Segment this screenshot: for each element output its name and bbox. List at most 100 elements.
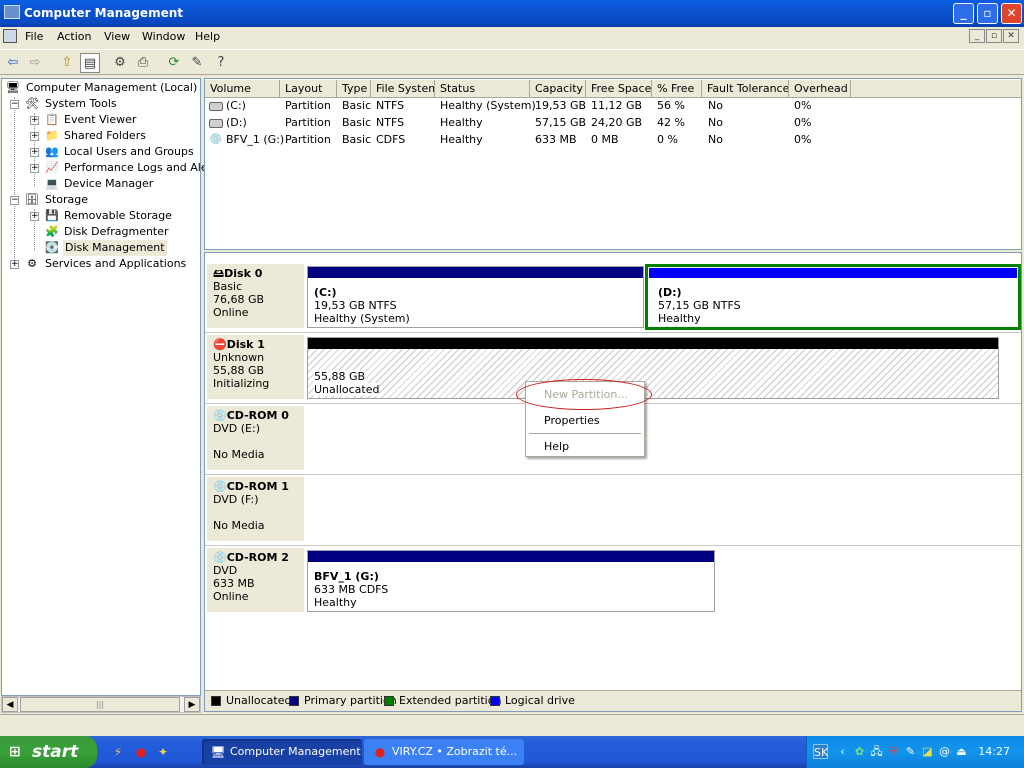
mdi-minimize-button[interactable]: _	[969, 29, 985, 43]
disk1-unallocated[interactable]: 55,88 GB Unallocated	[307, 337, 999, 399]
document-icon[interactable]	[3, 29, 17, 43]
menu-help[interactable]: Help	[195, 30, 220, 43]
cdrom1-header[interactable]: 💿CD-ROM 1 DVD (F:) No Media	[207, 477, 304, 541]
menu-view[interactable]: View	[104, 30, 130, 43]
table-cell: Partition	[285, 133, 331, 146]
partition-d[interactable]: (D:) 57,15 GB NTFS Healthy	[645, 264, 1021, 330]
tray-expand-icon[interactable]: ‹	[835, 744, 850, 759]
tree-services-applications[interactable]: Services and Applications	[45, 256, 186, 272]
tree-disk-management[interactable]: Disk Management	[63, 240, 167, 256]
safely-remove-hardware-icon[interactable]: ⏏	[954, 744, 969, 759]
menu-item-help[interactable]: Help	[544, 440, 569, 453]
menu-file[interactable]: File	[25, 30, 43, 43]
minimize-button[interactable]: _	[953, 3, 974, 24]
expand-icon[interactable]: +	[30, 116, 39, 125]
back-arrow-icon[interactable]: ⇦	[3, 53, 23, 73]
performance-icon: 📈	[45, 161, 59, 174]
opera-icon[interactable]: ●	[133, 744, 149, 760]
tray-icon[interactable]: @	[937, 744, 952, 759]
tree-performance-logs[interactable]: Performance Logs and Alerts	[64, 160, 222, 176]
partition-g[interactable]: BFV_1 (G:) 633 MB CDFS Healthy	[307, 550, 715, 612]
taskbar-item-computer-management[interactable]: 🖥 Computer Management	[202, 739, 362, 765]
table-cell[interactable]: (D:)	[226, 115, 247, 131]
menu-item-properties[interactable]: Properties	[544, 414, 600, 427]
system-tools-icon: 🛠	[25, 97, 39, 110]
taskbar: ⊞ start ⚡ ● ✦ 🖥 Computer Management ● VI…	[0, 736, 1024, 768]
table-cell: CDFS	[376, 133, 406, 146]
scroll-right-icon[interactable]: ▶	[184, 697, 200, 712]
column-header-fault-tolerance[interactable]: Fault Tolerance	[702, 80, 789, 98]
partition-g-size: 633 MB CDFS	[314, 583, 389, 596]
tree-system-tools[interactable]: System Tools	[45, 96, 117, 112]
collapse-icon[interactable]: −	[10, 196, 19, 205]
expand-icon[interactable]: +	[30, 132, 39, 141]
start-button[interactable]: ⊞ start	[0, 736, 97, 768]
expand-icon[interactable]: +	[10, 260, 19, 269]
tree-horizontal-scrollbar[interactable]: ◀ ||| ▶	[1, 696, 201, 713]
disk0-header[interactable]: 🖴Disk 0 Basic 76,68 GB Online	[207, 264, 304, 328]
computer-management-icon: 🖥	[210, 745, 226, 759]
column-header-capacity[interactable]: Capacity	[530, 80, 586, 98]
tree-storage[interactable]: Storage	[45, 192, 88, 208]
column-header-percent-free[interactable]: % Free	[652, 80, 702, 98]
settings-icon[interactable]: ✎	[187, 53, 207, 73]
column-header-free-space[interactable]: Free Space	[586, 80, 652, 98]
partition-c-status: Healthy (System)	[314, 312, 410, 325]
mdi-restore-button[interactable]: ▫	[986, 29, 1002, 43]
tree-disk-defragmenter[interactable]: Disk Defragmenter	[64, 224, 169, 240]
column-header-status[interactable]: Status	[435, 80, 530, 98]
mdi-close-button[interactable]: ✕	[1003, 29, 1019, 43]
column-header-layout[interactable]: Layout	[280, 80, 337, 98]
language-indicator[interactable]: SK	[813, 744, 828, 759]
table-cell: 0%	[794, 116, 812, 129]
taskbar-item-browser[interactable]: ● VIRY.CZ • Zobrazit té...	[364, 739, 524, 765]
column-header-volume[interactable]: Volume	[205, 80, 280, 98]
export-list-icon[interactable]: ⎙	[133, 53, 153, 73]
forward-arrow-icon[interactable]: ⇨	[25, 53, 45, 73]
menu-window[interactable]: Window	[142, 30, 185, 43]
tray-icon[interactable]: ✎	[903, 744, 918, 759]
refresh-icon[interactable]: ⟳	[164, 53, 184, 73]
help-icon[interactable]: ?	[211, 53, 231, 73]
close-button[interactable]: ✕	[1001, 3, 1022, 24]
tree-local-users[interactable]: Local Users and Groups	[64, 144, 194, 160]
table-cell[interactable]: BFV_1 (G:)	[226, 132, 284, 148]
table-cell[interactable]: (C:)	[226, 98, 246, 114]
menu-action[interactable]: Action	[57, 30, 91, 43]
show-hide-tree-icon[interactable]: ▤	[80, 53, 100, 73]
title-bar[interactable]: Computer Management _ ▫ ✕	[0, 0, 1024, 27]
table-cell: Basic	[342, 133, 372, 146]
tree-device-manager[interactable]: Device Manager	[64, 176, 153, 192]
expand-icon[interactable]: +	[30, 148, 39, 157]
shield-icon[interactable]: ⛨	[886, 744, 901, 759]
quicklaunch-icon[interactable]: ✦	[155, 744, 171, 760]
up-folder-icon[interactable]: ⇧	[57, 53, 77, 73]
tree-removable-storage[interactable]: Removable Storage	[64, 208, 172, 224]
tray-icon[interactable]: ✿	[852, 744, 867, 759]
cdrom0-type: DVD (E:)	[213, 422, 261, 435]
status-bar	[0, 714, 1024, 736]
column-header-overhead[interactable]: Overhead	[789, 80, 851, 98]
scroll-left-icon[interactable]: ◀	[2, 697, 18, 712]
disk1-type: Unknown	[213, 351, 265, 364]
disk1-header[interactable]: ⛔Disk 1 Unknown 55,88 GB Initializing	[207, 335, 304, 399]
tray-icon[interactable]: ◪	[920, 744, 935, 759]
network-icon[interactable]: 🖧	[869, 744, 884, 759]
tree-root[interactable]: Computer Management (Local)	[26, 80, 197, 96]
quicklaunch-icon[interactable]: ⚡	[110, 744, 126, 760]
scroll-thumb[interactable]: |||	[20, 697, 180, 712]
expand-icon[interactable]: +	[30, 212, 39, 221]
tree-event-viewer[interactable]: Event Viewer	[64, 112, 136, 128]
cdrom0-header[interactable]: 💿CD-ROM 0 DVD (E:) No Media	[207, 406, 304, 470]
partition-c[interactable]: (C:) 19,53 GB NTFS Healthy (System)	[307, 266, 644, 328]
maximize-button[interactable]: ▫	[977, 3, 998, 24]
device-manager-icon: 💻	[45, 177, 59, 190]
computer-icon: 🖥	[6, 81, 20, 94]
collapse-icon[interactable]: −	[10, 100, 19, 109]
tree-shared-folders[interactable]: Shared Folders	[64, 128, 146, 144]
column-header-file-system[interactable]: File System	[371, 80, 435, 98]
cdrom2-header[interactable]: 💿CD-ROM 2 DVD 633 MB Online	[207, 548, 304, 612]
properties-icon[interactable]: ⚙	[110, 53, 130, 73]
column-header-type[interactable]: Type	[337, 80, 371, 98]
expand-icon[interactable]: +	[30, 164, 39, 173]
